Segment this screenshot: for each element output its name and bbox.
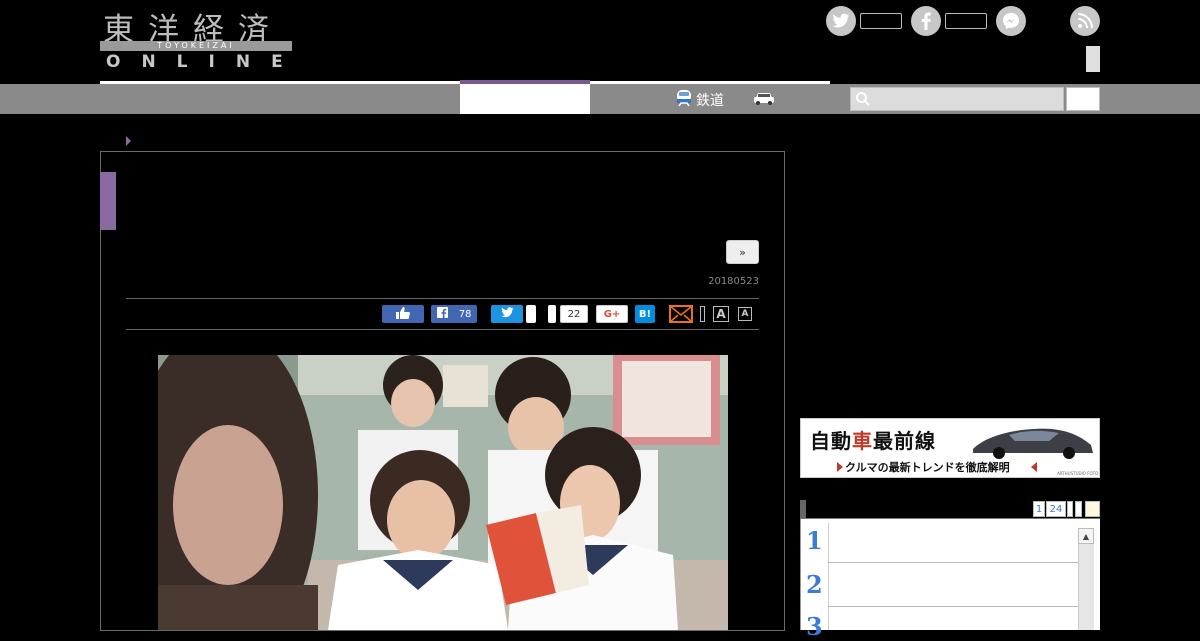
- hatena-bookmark-button[interactable]: B!: [635, 305, 655, 323]
- tweet-count-balloon: [526, 305, 536, 323]
- nav-tab-active[interactable]: [460, 84, 590, 114]
- search-button[interactable]: [1066, 87, 1100, 111]
- banner-arrow-right-icon: [837, 462, 843, 472]
- ranking-number-3: 3: [806, 612, 823, 641]
- article-date: 20180523: [708, 276, 759, 287]
- ranking-header-marker: [800, 500, 806, 518]
- pocket-button[interactable]: [548, 305, 556, 323]
- nav-item-rail[interactable]: 鉄道: [676, 89, 724, 111]
- tweet-button[interactable]: [491, 305, 523, 323]
- nav-rail-label: 鉄道: [696, 93, 724, 109]
- tweet-bird-icon: [500, 307, 514, 321]
- banner-photo-credit: ARTHUSTUDIO FOTO: [1057, 471, 1099, 476]
- pocket-count: 22: [560, 305, 588, 323]
- search-icon: [855, 91, 871, 111]
- ranking-tab-4[interactable]: [1075, 501, 1082, 517]
- banner-title: 自動車最前線: [810, 429, 936, 453]
- ranking-tab-24h[interactable]: 24: [1046, 501, 1066, 517]
- font-size-large-button[interactable]: A: [713, 306, 729, 322]
- thumbs-up-icon: [396, 306, 410, 322]
- mail-icon[interactable]: [669, 305, 693, 323]
- ranking-tab-3[interactable]: [1067, 501, 1073, 517]
- facebook-share-icon: [436, 307, 448, 321]
- twitter-count-box: [860, 13, 902, 29]
- messenger-icon[interactable]: [996, 6, 1026, 36]
- train-icon: [676, 89, 692, 111]
- ranking-row-separator: [828, 606, 1078, 607]
- rss-icon[interactable]: [1070, 6, 1100, 36]
- ranking-tab-1h[interactable]: 1: [1033, 501, 1045, 517]
- banner-subtitle: クルマの最新トレンドを徹底解明: [845, 461, 1010, 474]
- like-button[interactable]: [382, 305, 424, 323]
- logo-romaji-bar: TOYOKEIZAI: [100, 41, 292, 51]
- breadcrumb-arrow-icon: [126, 136, 131, 146]
- font-size-small-button[interactable]: A: [738, 307, 752, 321]
- share-bar-top-rule: [126, 298, 759, 299]
- ranking-list: [800, 519, 1100, 630]
- ranking-number-2: 2: [806, 570, 823, 599]
- article-photo: [158, 355, 728, 630]
- ranking-number-1: 1: [806, 526, 823, 555]
- car-icon[interactable]: [753, 90, 775, 110]
- ranking-number-divider: [828, 523, 829, 630]
- facebook-count-box: [945, 13, 987, 29]
- sports-car-icon: [973, 428, 1093, 459]
- facebook-share-button[interactable]: 78: [431, 305, 477, 323]
- headline-accent-bar: [100, 172, 116, 230]
- logo-online[interactable]: ONLINE: [106, 52, 304, 72]
- ranking-row-separator: [828, 562, 1078, 563]
- banner-arrow-left-icon: [1031, 462, 1037, 472]
- google-plus-button[interactable]: G+: [596, 305, 628, 323]
- facebook-icon[interactable]: [911, 6, 941, 36]
- search-input[interactable]: [850, 87, 1064, 111]
- logo-romaji: TOYOKEIZAI: [157, 41, 235, 50]
- header-side-button[interactable]: [1086, 46, 1100, 72]
- car-frontline-banner[interactable]: 自動車最前線 クルマの最新トレンドを徹底解明 ARTHUSTUDIO FOTO: [800, 418, 1100, 478]
- twitter-icon[interactable]: [826, 6, 856, 36]
- ranking-tab-5[interactable]: [1085, 501, 1100, 517]
- print-button[interactable]: [700, 306, 705, 322]
- share-bar-bottom-rule: [126, 329, 759, 330]
- next-page-button[interactable]: »: [726, 240, 759, 264]
- facebook-share-count: 78: [458, 308, 472, 320]
- scroll-up-arrow-icon[interactable]: ▲: [1078, 528, 1094, 544]
